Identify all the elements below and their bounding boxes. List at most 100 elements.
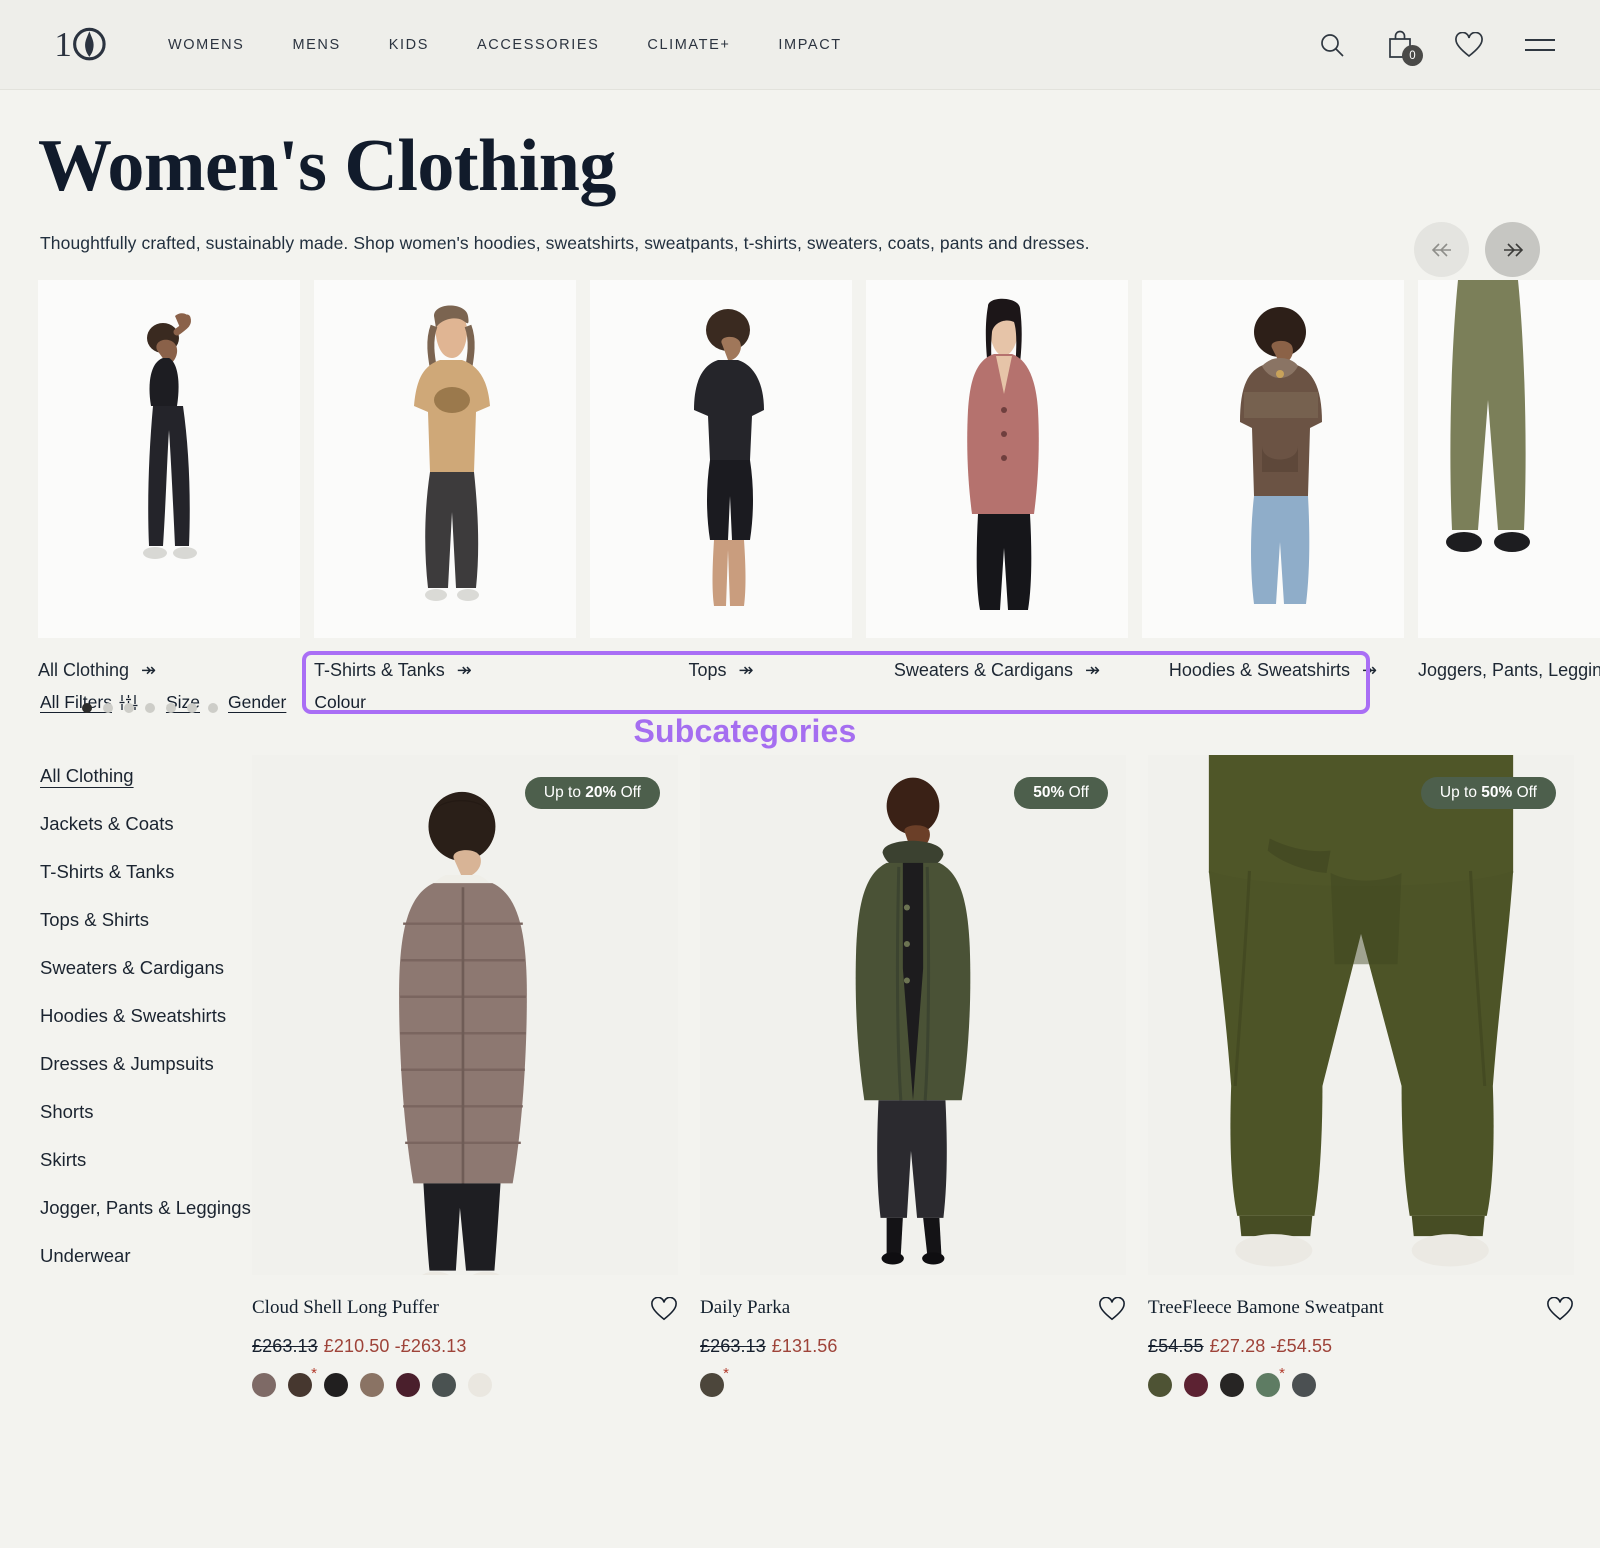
carousel-tile-tops[interactable]: Tops ↠ — [590, 280, 852, 713]
price-sale: £131.56 — [771, 1336, 838, 1357]
ten-tree-logo[interactable]: 1 — [54, 22, 110, 68]
carousel-label-joggers-pants-leggings[interactable]: Joggers, Pants, Leggings — [1418, 660, 1600, 681]
sidebar-item-jogger-pants-leggings[interactable]: Jogger, Pants & Leggings — [40, 1197, 251, 1219]
nav-item-accessories[interactable]: ACCESSORIES — [453, 31, 623, 59]
product-name[interactable]: Daily Parka — [700, 1297, 838, 1319]
swatch[interactable] — [1256, 1366, 1285, 1398]
swatch[interactable] — [288, 1366, 317, 1398]
page-subtitle: Thoughtfully crafted, sustainably made. … — [40, 233, 1090, 254]
carousel-dot-1[interactable] — [82, 703, 92, 714]
swatch[interactable] — [1148, 1373, 1172, 1398]
page-root: 1 WOMENS MENS KIDS ACCESSORIES CLIMATE+ … — [0, 0, 1600, 1548]
carousel-label-tops[interactable]: Tops ↠ — [590, 660, 852, 681]
sidebar-item-all-clothing[interactable]: All Clothing — [40, 765, 134, 787]
sidebar-item-dresses-jumpsuits[interactable]: Dresses & Jumpsuits — [40, 1053, 214, 1075]
carousel-label-text: Tops — [688, 660, 727, 681]
badge-percent: 50% — [1481, 784, 1513, 802]
search-icon[interactable] — [1318, 31, 1346, 59]
swatch[interactable] — [324, 1373, 348, 1398]
subcategory-carousel[interactable]: All Clothing ↠ T-Shirts & Tanks ↠ Tops ↠… — [0, 280, 1600, 714]
product-card[interactable]: 50% Off Daily Parka £263.13 £131.56 — [700, 755, 1126, 1398]
badge-suffix: Off — [1064, 784, 1089, 802]
swatch[interactable] — [468, 1373, 492, 1398]
nav-item-mens[interactable]: MENS — [268, 31, 364, 59]
catalog-body: All Clothing Jackets & Coats T-Shirts & … — [0, 755, 1600, 1398]
product-price: £54.55 £27.28 -£54.55 — [1148, 1336, 1384, 1357]
carousel-tile-tshirts-tanks[interactable]: T-Shirts & Tanks ↠ — [314, 280, 576, 713]
carousel-dot-2[interactable] — [103, 703, 113, 714]
price-original: £263.13 — [700, 1336, 766, 1357]
svg-text:1: 1 — [54, 25, 71, 64]
carousel-dot-6[interactable] — [187, 703, 197, 714]
swatch[interactable] — [700, 1366, 729, 1398]
carousel-image-tops — [590, 280, 852, 639]
swatch[interactable] — [432, 1373, 456, 1398]
sidebar-item-sweaters-cardigans[interactable]: Sweaters & Cardigans — [40, 957, 224, 979]
carousel-label-sweaters-cardigans[interactable]: Sweaters & Cardigans ↠ — [866, 660, 1128, 681]
carousel-tile-hoodies-sweatshirts[interactable]: Hoodies & Sweatshirts ↠ — [1142, 280, 1404, 713]
product-image-daily-parka[interactable]: 50% Off — [700, 755, 1126, 1276]
sidebar-item-hoodies-sweatshirts[interactable]: Hoodies & Sweatshirts — [40, 1005, 226, 1027]
wishlist-heart-icon[interactable] — [1454, 31, 1484, 59]
arrow-right-icon: ↠ — [738, 660, 754, 681]
badge-percent: 50% — [1033, 784, 1065, 802]
carousel-label-text: T-Shirts & Tanks — [314, 660, 445, 681]
carousel-label-text: Sweaters & Cardigans — [893, 660, 1073, 681]
wishlist-heart-icon[interactable] — [1088, 1297, 1126, 1327]
carousel-tile-sweaters-cardigans[interactable]: Sweaters & Cardigans ↠ — [866, 280, 1128, 713]
wishlist-heart-icon[interactable] — [1536, 1297, 1574, 1327]
main-nav: WOMENS MENS KIDS ACCESSORIES CLIMATE+ IM… — [144, 31, 866, 59]
carousel-label-hoodies-sweatshirts[interactable]: Hoodies & Sweatshirts ↠ — [1142, 660, 1404, 681]
product-image-treefleece-bamone-sweatpant[interactable]: Up to 50% Off — [1148, 755, 1574, 1276]
carousel-image-hoodies-sweatshirts — [1142, 280, 1404, 639]
swatch[interactable] — [252, 1373, 276, 1398]
sidebar-item-jackets-coats[interactable]: Jackets & Coats — [40, 813, 174, 835]
carousel-tile-joggers-pants-leggings[interactable]: Joggers, Pants, Leggings — [1418, 280, 1600, 713]
carousel-dot-7[interactable] — [208, 703, 218, 714]
product-name[interactable]: Cloud Shell Long Puffer — [252, 1297, 492, 1319]
discount-badge: Up to 50% Off — [1420, 777, 1556, 810]
nav-item-womens[interactable]: WOMENS — [144, 31, 268, 59]
swatch[interactable] — [1292, 1373, 1316, 1398]
hamburger-menu-icon[interactable] — [1524, 35, 1556, 55]
nav-item-kids[interactable]: KIDS — [365, 31, 453, 59]
carousel-dot-3[interactable] — [124, 703, 134, 714]
carousel-label-all-clothing[interactable]: All Clothing ↠ — [38, 660, 300, 681]
sidebar-item-tshirts-tanks[interactable]: T-Shirts & Tanks — [40, 861, 174, 883]
carousel-next-button[interactable] — [1485, 222, 1540, 277]
shopping-bag-icon[interactable]: 0 — [1386, 30, 1423, 66]
site-header: 1 WOMENS MENS KIDS ACCESSORIES CLIMATE+ … — [0, 0, 1600, 90]
sidebar-item-tops-shirts[interactable]: Tops & Shirts — [40, 909, 149, 931]
arrow-right-icon: ↠ — [141, 660, 157, 681]
carousel-dot-5[interactable] — [166, 703, 176, 714]
carousel-image-all-clothing — [38, 280, 300, 639]
product-price: £263.13 £210.50 -£263.13 — [252, 1336, 492, 1357]
carousel-label-text: Joggers, Pants, Leggings — [1418, 660, 1600, 681]
nav-item-impact[interactable]: IMPACT — [754, 31, 865, 59]
product-price: £263.13 £131.56 — [700, 1336, 838, 1357]
sidebar-item-skirts[interactable]: Skirts — [40, 1149, 86, 1171]
product-card[interactable]: Up to 50% Off TreeFleece Bamone Sweatpan… — [1148, 755, 1574, 1398]
sidebar-item-shorts[interactable]: Shorts — [40, 1101, 93, 1123]
product-image-cloud-shell-long-puffer[interactable]: Up to 20% Off — [252, 755, 678, 1276]
subcategories-annotation-label: Subcategories — [0, 713, 1600, 750]
swatch[interactable] — [1220, 1373, 1244, 1398]
carousel-tile-all-clothing[interactable]: All Clothing ↠ — [38, 280, 300, 714]
arrow-right-icon: ↠ — [1362, 660, 1378, 681]
swatch[interactable] — [360, 1373, 384, 1398]
product-name[interactable]: TreeFleece Bamone Sweatpant — [1148, 1297, 1384, 1319]
sidebar-item-underwear[interactable]: Underwear — [40, 1245, 131, 1267]
swatch[interactable] — [1184, 1373, 1208, 1398]
swatch[interactable] — [396, 1373, 420, 1398]
carousel-dots[interactable] — [82, 703, 300, 714]
wishlist-heart-icon[interactable] — [640, 1297, 678, 1327]
carousel-prev-button[interactable] — [1414, 222, 1469, 277]
discount-badge: 50% Off — [1014, 777, 1108, 810]
badge-prefix: Up to — [1439, 784, 1482, 802]
carousel-dot-4[interactable] — [145, 703, 155, 714]
product-footer: Daily Parka £263.13 £131.56 — [700, 1297, 1126, 1398]
colour-swatches — [252, 1366, 492, 1398]
carousel-label-tshirts-tanks[interactable]: T-Shirts & Tanks ↠ — [314, 660, 576, 681]
product-card[interactable]: Up to 20% Off Cloud Shell Long Puffer £2… — [252, 755, 678, 1398]
nav-item-climate[interactable]: CLIMATE+ — [623, 31, 754, 59]
